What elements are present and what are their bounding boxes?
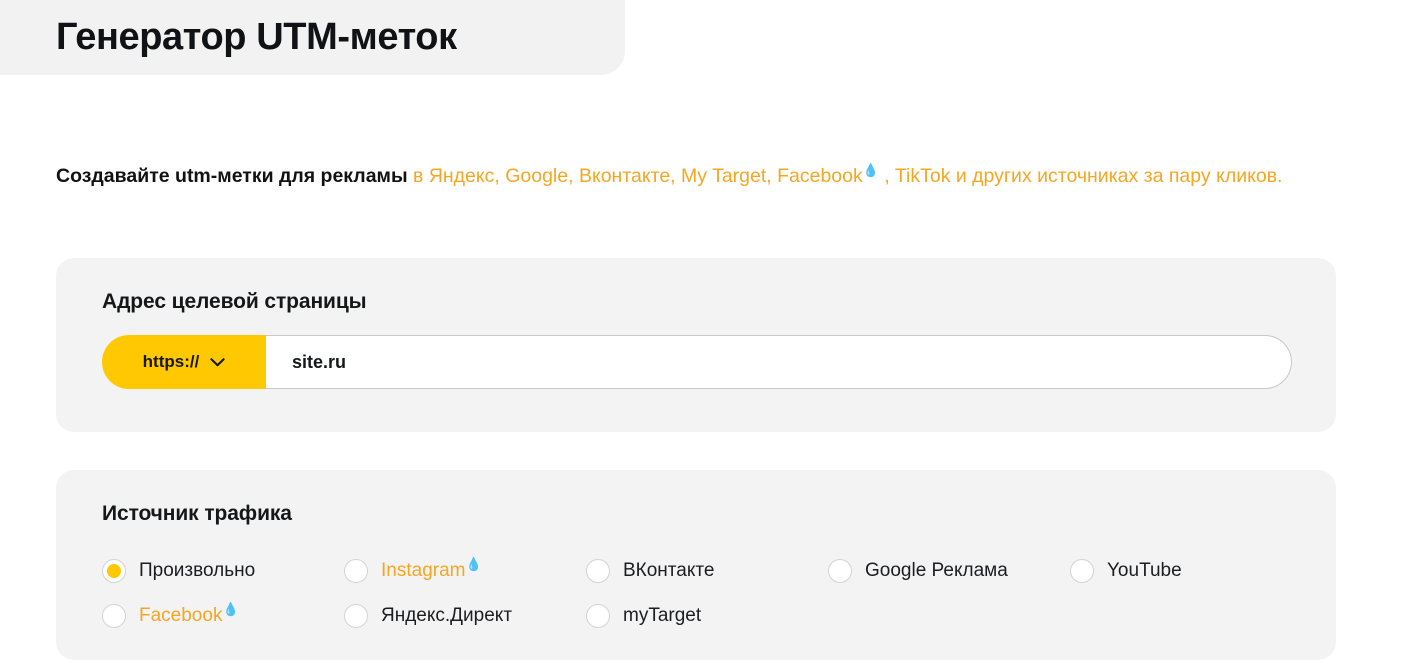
radio-option-1[interactable]: Instagram💧	[344, 556, 586, 583]
radio-option-6[interactable]: Яндекс.Директ	[344, 603, 586, 628]
radio-mark-unselected[interactable]	[586, 603, 610, 628]
radio-option-5[interactable]: Facebook💧	[102, 601, 344, 628]
page-title: Генератор UTM-меток	[56, 16, 457, 58]
radio-option-label: YouTube	[1107, 559, 1182, 581]
traffic-source-heading: Источник трафика	[102, 502, 292, 525]
radio-option-label: ВКонтакте	[623, 559, 715, 581]
radio-option-0[interactable]: Произвольно	[102, 558, 344, 583]
radio-mark-unselected[interactable]	[1070, 558, 1094, 583]
url-input-row: https://	[102, 335, 1292, 389]
radio-option-label: Яндекс.Директ	[381, 604, 513, 626]
radio-option-label: Instagram💧	[381, 556, 482, 581]
target-url-heading: Адрес целевой страницы	[102, 290, 367, 313]
radio-mark-selected[interactable]	[102, 558, 126, 583]
radio-option-label: Google Реклама	[865, 559, 1008, 581]
radio-mark-unselected[interactable]	[828, 558, 852, 583]
radio-mark-unselected[interactable]	[102, 603, 126, 628]
intro-description: Создавайте utm-метки для рекламы в Яндек…	[56, 158, 1296, 195]
radio-option-4[interactable]: YouTube	[1070, 558, 1336, 583]
radio-option-label: Facebook💧	[139, 601, 239, 626]
chevron-down-icon	[210, 357, 225, 367]
target-url-input[interactable]	[266, 335, 1292, 389]
radio-option-7[interactable]: myTarget	[586, 603, 828, 628]
radio-option-3[interactable]: Google Реклама	[828, 558, 1070, 583]
radio-mark-unselected[interactable]	[586, 558, 610, 583]
page-header-tab: Генератор UTM-меток	[0, 0, 625, 75]
target-url-panel: Адрес целевой страницы https://	[56, 258, 1336, 432]
radio-option-label: myTarget	[623, 604, 702, 626]
protocol-dropdown-button[interactable]: https://	[102, 335, 266, 389]
droplet-icon: 💧	[862, 162, 879, 177]
radio-option-2[interactable]: ВКонтакте	[586, 558, 828, 583]
traffic-source-radio-group: Произвольно Instagram💧 ВКонтакте Google Рек…	[102, 548, 1336, 638]
traffic-source-panel: Источник трафика Произвольно Instagram💧 ВК…	[56, 470, 1336, 660]
droplet-icon: 💧	[222, 601, 239, 617]
radio-mark-unselected[interactable]	[344, 558, 368, 583]
protocol-label: https://	[142, 352, 200, 371]
radio-mark-unselected[interactable]	[344, 603, 368, 628]
intro-lead-text: Создавайте utm-метки для рекламы	[56, 164, 408, 187]
intro-sources-text: в Яндекс, Google, Вконтакте, My Target, …	[407, 164, 863, 187]
droplet-icon: 💧	[465, 556, 482, 572]
radio-option-label: Произвольно	[139, 559, 256, 581]
intro-tail-text: , TikTok и других источниках за пару кли…	[878, 164, 1283, 187]
